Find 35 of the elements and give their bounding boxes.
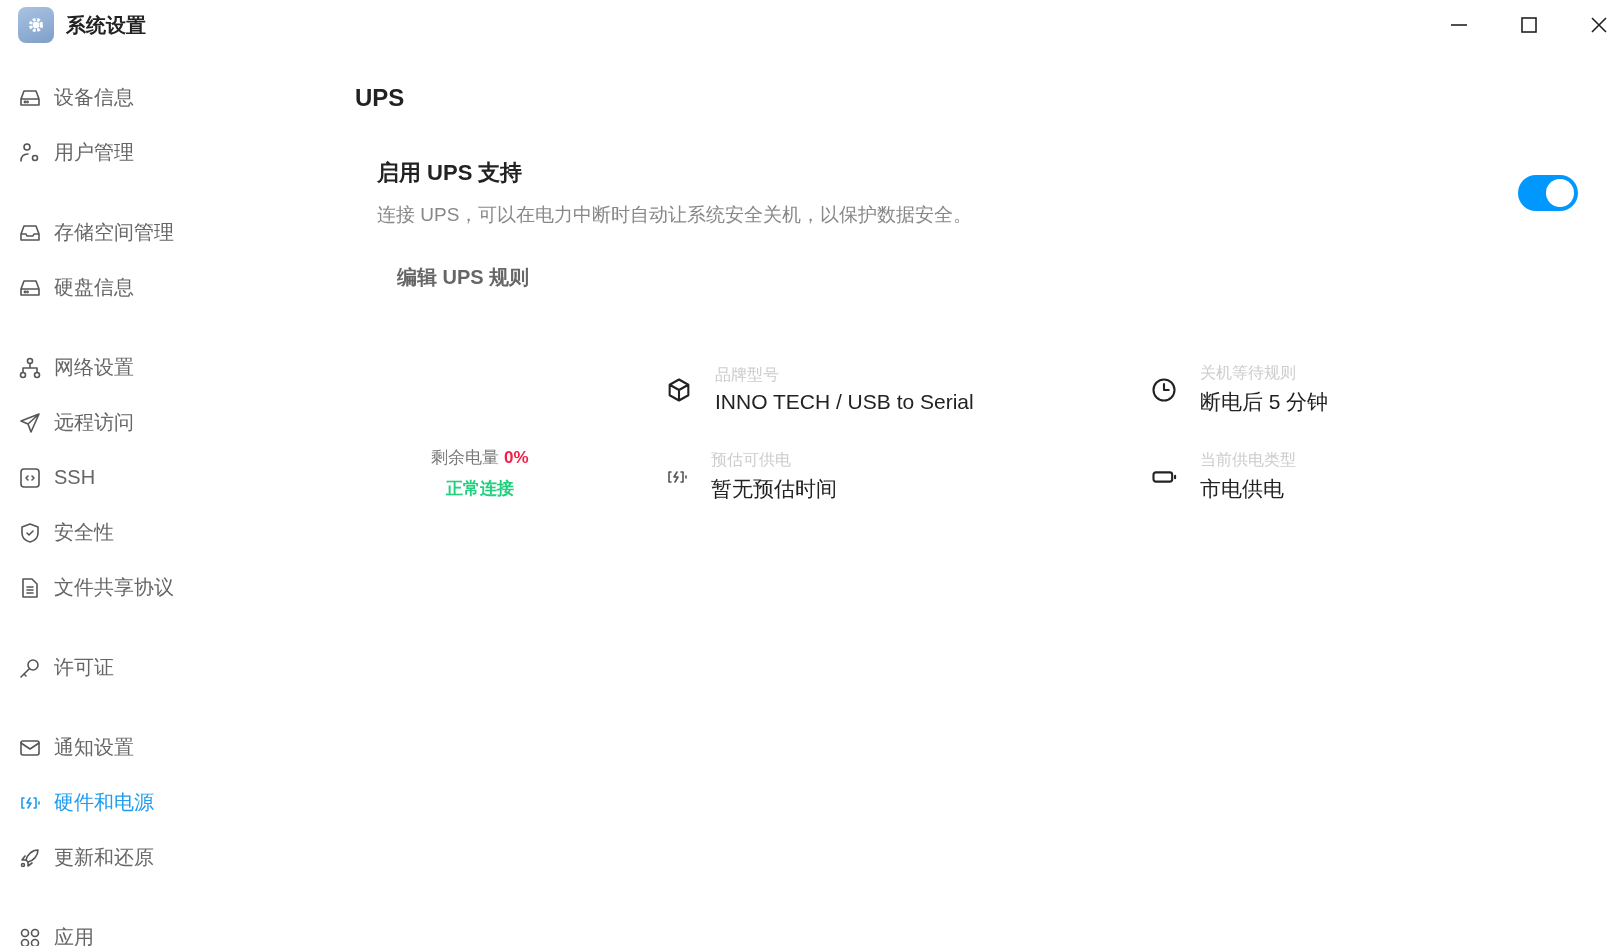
edit-rules-button[interactable]: 编辑 UPS 规则 (397, 260, 530, 295)
sidebar-item[interactable]: 应用 (18, 910, 345, 946)
info-value: 断电后 5 分钟 (1200, 389, 1329, 415)
sidebar-item[interactable]: 硬件和电源 (18, 775, 345, 830)
sidebar-item[interactable]: 更新和还原 (18, 830, 345, 885)
setting-description: 连接 UPS，可以在电力中断时自动让系统安全关机，以保护数据安全。 (377, 203, 974, 227)
page-title: UPS (355, 84, 406, 112)
maximize-icon (1519, 15, 1539, 35)
close-icon (1589, 15, 1609, 35)
battery-level-text: 剩余电量 0% (430, 447, 530, 469)
sidebar-item[interactable]: 通知设置 (18, 720, 345, 775)
toggle-switch[interactable] (1518, 175, 1578, 211)
sidebar-item[interactable]: 安全性 (18, 505, 345, 560)
minimize-icon (1449, 24, 1469, 26)
shield-icon (18, 520, 42, 545)
setting-title: 启用 UPS 支持 (377, 159, 524, 187)
window-title: 系统设置 (66, 12, 146, 38)
terminal-icon (18, 465, 42, 490)
network-icon (18, 355, 42, 380)
info-value: INNO TECH / USB to Serial (715, 390, 974, 414)
clock-icon (1150, 375, 1178, 404)
sidebar-item[interactable]: SSH (18, 450, 345, 505)
sidebar-item[interactable]: 文件共享协议 (18, 560, 345, 615)
info-value: 市电供电 (1200, 476, 1285, 502)
sidebar-item[interactable]: 网络设置 (18, 340, 345, 395)
sidebar-item[interactable]: 硬盘信息 (18, 260, 345, 315)
connection-status: 正常连接 (445, 478, 515, 500)
sidebar-item[interactable]: 设备信息 (18, 70, 345, 125)
sidebar-item[interactable]: 存储空间管理 (18, 205, 345, 260)
info-value: 暂无预估时间 (711, 476, 837, 502)
send-icon (18, 410, 42, 435)
sidebar-item[interactable]: 用户管理 (18, 125, 345, 180)
settings-app-icon (18, 7, 54, 43)
sidebar-item[interactable]: 远程访问 (18, 395, 345, 450)
sidebar-item[interactable]: 许可证 (18, 640, 345, 695)
